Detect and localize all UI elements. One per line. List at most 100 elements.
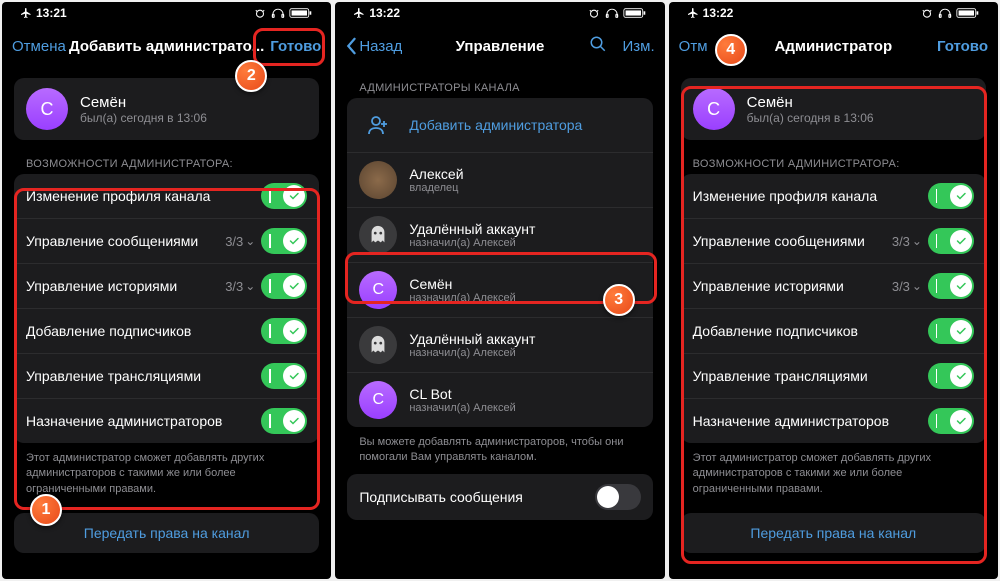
nav-actions: Изм. [589, 35, 655, 57]
headphones-icon [271, 7, 285, 19]
admin-name: Удалённый аккаунт [409, 221, 535, 237]
alarm-icon [920, 8, 934, 18]
user-name: Семён [80, 94, 207, 111]
permission-label: Добавление подписчиков [693, 323, 928, 339]
permission-row[interactable]: Добавление подписчиков [681, 309, 986, 354]
permission-toggle[interactable] [261, 318, 307, 344]
cancel-button[interactable]: Отм [679, 38, 708, 55]
status-bar: 13:22 [669, 2, 998, 24]
permission-row[interactable]: Управление сообщениями3/3⌄ [681, 219, 986, 264]
callout-3: 3 [603, 284, 635, 316]
transfer-ownership-button[interactable]: Передать права на канал [14, 513, 319, 553]
admin-list: Добавить администратора АлексейвладелецУ… [347, 98, 652, 427]
avatar-ghost-icon [359, 326, 397, 364]
chevron-left-icon [345, 37, 357, 55]
status-bar: 13:22 [335, 2, 664, 24]
status-time: 13:22 [369, 6, 400, 20]
permission-label: Добавление подписчиков [26, 323, 261, 339]
admin-sub: назначил(а) Алексей [409, 402, 515, 414]
permission-toggle[interactable] [261, 408, 307, 434]
add-admin-label: Добавить администратора [409, 117, 582, 133]
back-button[interactable]: Назад [345, 37, 402, 55]
transfer-ownership-button[interactable]: Передать права на канал [681, 513, 986, 553]
headphones-icon [938, 7, 952, 19]
permission-toggle[interactable] [928, 228, 974, 254]
avatar [359, 161, 397, 199]
footer-note: Этот администратор сможет добавлять друг… [681, 443, 986, 505]
admin-row[interactable]: Удалённый аккаунтназначил(а) Алексей [347, 208, 652, 263]
sign-messages-toggle[interactable] [595, 484, 641, 510]
permission-label: Назначение администраторов [693, 413, 928, 429]
avatar: С [693, 88, 735, 130]
back-label: Назад [359, 38, 402, 55]
permissions-list: Изменение профиля канала Управление сообщ… [681, 174, 986, 443]
permission-row[interactable]: Управление сообщениями3/3⌄ [14, 219, 319, 264]
admin-name: Удалённый аккаунт [409, 331, 535, 347]
status-bar: 13:21 [2, 2, 331, 24]
sign-messages-label: Подписывать сообщения [359, 489, 594, 505]
permission-row[interactable]: Управление историями3/3⌄ [681, 264, 986, 309]
permission-toggle[interactable] [928, 408, 974, 434]
status-time: 13:22 [703, 6, 734, 20]
avatar: С [26, 88, 68, 130]
permission-row[interactable]: Назначение администраторов [14, 399, 319, 443]
admin-row[interactable]: C CL Botназначил(а) Алексей [347, 373, 652, 427]
permission-count: 3/3 [892, 234, 910, 249]
add-admin-button[interactable]: Добавить администратора [347, 98, 652, 153]
search-icon [589, 35, 607, 53]
permission-toggle[interactable] [928, 363, 974, 389]
permission-count: 3/3 [892, 279, 910, 294]
cancel-button[interactable]: Отмена [12, 38, 66, 55]
user-name: Семён [747, 94, 874, 111]
permission-toggle[interactable] [928, 318, 974, 344]
user-status: был(а) сегодня в 13:06 [747, 111, 874, 125]
footer-note: Этот администратор сможет добавлять друг… [14, 443, 319, 505]
permission-label: Изменение профиля канала [26, 188, 261, 204]
user-card[interactable]: С Семён был(а) сегодня в 13:06 [14, 78, 319, 140]
permission-toggle[interactable] [261, 228, 307, 254]
permission-toggle[interactable] [261, 273, 307, 299]
done-button[interactable]: Готово [937, 38, 988, 55]
edit-button[interactable]: Изм. [623, 38, 655, 55]
permission-row[interactable]: Управление трансляциями [14, 354, 319, 399]
battery-icon [956, 7, 980, 19]
user-card[interactable]: С Семён был(а) сегодня в 13:06 [681, 78, 986, 140]
permission-toggle[interactable] [261, 363, 307, 389]
permission-toggle[interactable] [261, 183, 307, 209]
permission-label: Управление трансляциями [693, 368, 928, 384]
admin-sub: назначил(а) Алексей [409, 237, 535, 249]
status-time: 13:21 [36, 6, 67, 20]
avatar: C [359, 381, 397, 419]
search-button[interactable] [589, 35, 607, 57]
admin-row[interactable]: Алексейвладелец [347, 153, 652, 208]
chevron-down-icon: ⌄ [245, 279, 255, 293]
permission-row[interactable]: Управление трансляциями [681, 354, 986, 399]
done-button[interactable]: Готово [270, 38, 321, 55]
nav-header: Назад Управление Изм. [335, 24, 664, 68]
callout-4: 4 [715, 34, 747, 66]
panel-2: 13:22 Назад Управление Изм. АДМИНИСТРАТО… [335, 2, 664, 579]
permission-row[interactable]: Добавление подписчиков [14, 309, 319, 354]
admin-sub: владелец [409, 182, 463, 194]
admin-name: CL Bot [409, 386, 515, 402]
permission-count: 3/3 [225, 234, 243, 249]
panel-3: 13:22 Отм Администратор Готово С Семён б… [669, 2, 998, 579]
permission-row[interactable]: Управление историями3/3⌄ [14, 264, 319, 309]
alarm-icon [253, 8, 267, 18]
chevron-down-icon: ⌄ [912, 234, 922, 248]
admin-row[interactable]: Удалённый аккаунтназначил(а) Алексей [347, 318, 652, 373]
permission-row[interactable]: Назначение администраторов [681, 399, 986, 443]
permission-row[interactable]: Изменение профиля канала [681, 174, 986, 219]
permission-row[interactable]: Изменение профиля канала [14, 174, 319, 219]
nav-header: Отмена Добавить администрато... Готово [2, 24, 331, 68]
sign-messages-card: Подписывать сообщения [347, 474, 652, 520]
permission-toggle[interactable] [928, 273, 974, 299]
permissions-list: Изменение профиля канала Управление сообщ… [14, 174, 319, 443]
chevron-down-icon: ⌄ [245, 234, 255, 248]
panel-1: 13:21 Отмена Добавить администрато... Го… [2, 2, 331, 579]
section-title: АДМИНИСТРАТОРЫ КАНАЛА [347, 78, 652, 98]
permission-label: Управление трансляциями [26, 368, 261, 384]
permission-label: Управление историями [26, 278, 225, 294]
permission-label: Изменение профиля канала [693, 188, 928, 204]
permission-toggle[interactable] [928, 183, 974, 209]
